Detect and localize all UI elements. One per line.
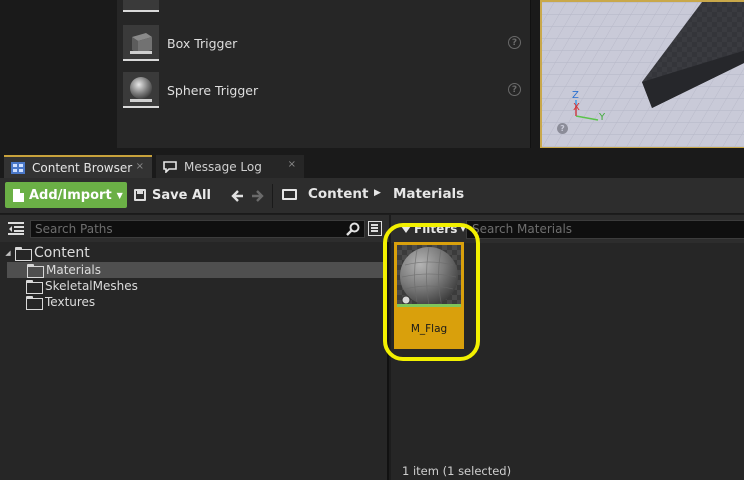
panel-divider — [531, 0, 540, 152]
sphere-trigger-label: Sphere Trigger — [167, 82, 259, 98]
folder-icon — [26, 280, 43, 294]
box-trigger-icon — [123, 25, 159, 61]
sphere-trigger-icon — [123, 72, 159, 108]
add-import-button[interactable]: Add/Import ▼ — [5, 182, 127, 208]
chevron-down-icon: ▼ — [116, 190, 123, 200]
view-options-icon[interactable] — [368, 221, 382, 236]
tab-message-log[interactable]: Message Log × — [156, 155, 304, 178]
status-text: 1 item (1 selected) — [402, 464, 512, 478]
breadcrumb-materials[interactable]: Materials — [393, 186, 464, 202]
message-log-icon — [163, 160, 177, 173]
tree-item-label: Materials — [46, 263, 102, 277]
content-browser-toolbar: Add/Import ▼ Save All Content ▶ Material… — [0, 178, 744, 214]
sphere-trigger-help-icon[interactable]: ? — [508, 83, 521, 96]
cut-off-item-icon — [123, 0, 159, 12]
new-document-icon — [13, 188, 24, 202]
tree-item-label: Textures — [45, 295, 96, 309]
save-all-label: Save All — [152, 187, 211, 203]
tab-bar: Content Browser × Message Log × — [0, 152, 744, 178]
viewport-help-icon[interactable]: ? — [557, 123, 568, 134]
axis-y-label: Y — [599, 112, 606, 123]
place-actors-panel: ? Box Trigger ? — [117, 0, 531, 148]
selection-highlight-ring — [383, 223, 480, 361]
expanded-arrow-icon[interactable]: ◢ — [3, 249, 13, 257]
add-import-label: Add/Import — [29, 187, 112, 203]
axis-x-label: X — [573, 102, 580, 113]
box-trigger-label: Box Trigger — [167, 35, 238, 51]
unreal-editor-window: ? Box Trigger ? — [0, 0, 744, 480]
tree-item-label: SkeletalMeshes — [45, 279, 138, 293]
back-arrow-icon[interactable] — [231, 189, 245, 203]
folder-open-icon[interactable] — [282, 189, 297, 200]
tree-item-skeletalmeshes[interactable]: SkeletalMeshes — [0, 278, 387, 294]
tab-content-browser[interactable]: Content Browser × — [4, 155, 152, 178]
place-item-box-trigger[interactable]: Box Trigger ? — [123, 23, 523, 63]
breadcrumb-separator-icon[interactable]: ▶ — [374, 188, 381, 198]
folder-icon — [27, 264, 44, 278]
folder-icon — [26, 296, 43, 310]
place-item-cut-off[interactable]: ? — [123, 0, 523, 14]
tree-item-textures[interactable]: Textures — [0, 294, 387, 310]
tree-item-content[interactable]: ◢ Content — [0, 244, 387, 262]
forward-arrow-icon[interactable] — [250, 189, 264, 203]
place-item-sphere-trigger[interactable]: Sphere Trigger ? — [123, 70, 523, 110]
sources-toolbar: Search Paths — [0, 215, 389, 242]
tree-item-materials[interactable]: Materials — [7, 262, 387, 278]
level-viewport[interactable]: Z X Y ? — [540, 0, 744, 149]
save-all-button[interactable]: Save All — [134, 182, 211, 208]
left-gutter — [0, 0, 117, 152]
tree-item-label: Content — [34, 245, 90, 261]
folder-icon — [15, 247, 32, 261]
collapse-sources-icon[interactable] — [8, 222, 24, 235]
close-icon[interactable]: × — [288, 159, 296, 170]
save-icon — [134, 189, 146, 201]
tab-content-browser-label: Content Browser — [32, 160, 133, 175]
tab-message-log-label: Message Log — [184, 159, 262, 174]
toolbar-separator — [272, 184, 273, 208]
axis-z-label: Z — [572, 90, 579, 101]
search-materials-input[interactable]: Search Materials — [466, 220, 744, 239]
sources-panel: Search Paths ◢ Content Materials Skeleta… — [0, 215, 389, 480]
breadcrumb-content[interactable]: Content — [308, 186, 368, 202]
search-paths-input[interactable]: Search Paths — [30, 220, 365, 238]
search-icon — [346, 222, 360, 236]
close-icon[interactable]: × — [136, 161, 144, 172]
content-browser-icon — [11, 161, 25, 174]
box-trigger-help-icon[interactable]: ? — [508, 36, 521, 49]
